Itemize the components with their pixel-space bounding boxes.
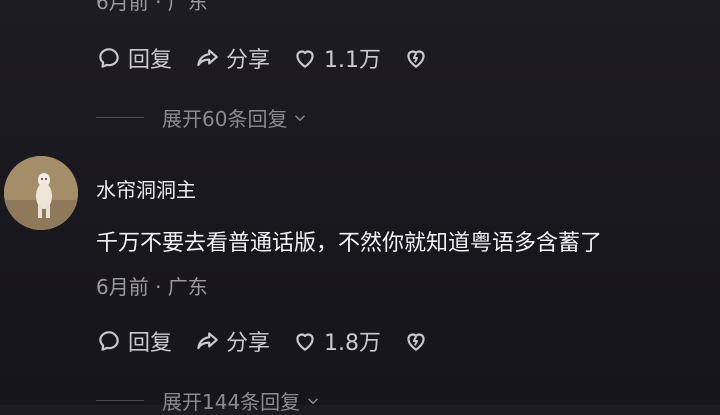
comment-text: 千万不要去看普通话版，不然你就知道粤语多含蓄了	[96, 231, 603, 256]
expand-replies-button[interactable]: 展开144条回复	[96, 386, 322, 415]
comment-bubble-icon	[99, 48, 119, 68]
heart-icon	[296, 333, 314, 351]
comment-actions: 回复 分享 1.8万	[96, 325, 457, 357]
username[interactable]: 水帘洞洞主	[96, 174, 196, 203]
comment-bubble-icon	[99, 331, 119, 351]
share-button[interactable]: 分享	[194, 325, 270, 357]
like-button[interactable]: 1.1万	[292, 42, 381, 74]
comment-actions: 回复 分享 1.1万	[96, 42, 457, 74]
comment-meta: 6月前 · 广东	[96, 275, 208, 299]
avatar[interactable]	[4, 156, 78, 230]
share-button[interactable]: 分享	[194, 42, 270, 74]
dog-avatar-image	[4, 156, 78, 230]
broken-heart-icon	[407, 333, 425, 351]
reply-button[interactable]: 回复	[96, 325, 172, 357]
divider-line	[96, 400, 144, 401]
comment-meta: 6月前 · 广东	[96, 0, 208, 14]
chevron-down-icon	[295, 114, 306, 121]
expand-replies-button[interactable]: 展开60条回复	[96, 103, 309, 132]
share-arrow-icon	[197, 332, 218, 350]
dislike-button[interactable]	[403, 45, 435, 71]
like-button[interactable]: 1.8万	[292, 325, 381, 357]
reply-button[interactable]: 回复	[96, 42, 172, 74]
chevron-down-icon	[308, 397, 319, 404]
broken-heart-icon	[407, 50, 425, 68]
share-arrow-icon	[197, 49, 218, 67]
dislike-button[interactable]	[403, 328, 435, 354]
heart-icon	[296, 50, 314, 68]
divider-line	[96, 117, 144, 118]
